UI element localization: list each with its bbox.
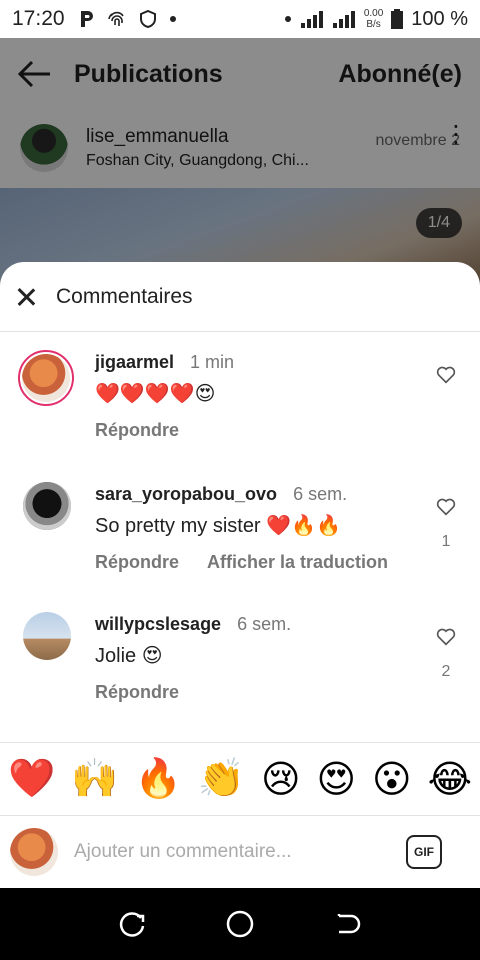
comment-time: 1 min (190, 352, 235, 372)
comment-username[interactable]: willypcslesage (95, 614, 221, 634)
comment-body: sara_yoropabou_ovo 6 sem. So pretty my si… (95, 484, 388, 573)
comment-username[interactable]: sara_yoropabou_ovo (95, 484, 277, 504)
comment-text: Jolie 😍 (95, 645, 163, 667)
like-button[interactable]: 1 (434, 498, 458, 551)
comment-composer: GIF (0, 816, 480, 888)
emoji-clap[interactable]: 👏 (198, 757, 245, 801)
reply-button[interactable]: Répondre (95, 420, 179, 441)
gif-button[interactable]: GIF (406, 835, 442, 869)
heart-icon[interactable] (436, 628, 456, 646)
reply-button[interactable]: Répondre (95, 682, 179, 703)
emoji-cry[interactable]: 😢 (261, 757, 301, 802)
like-count: 2 (441, 663, 451, 680)
signal-icon (300, 11, 323, 28)
recent-apps-icon (120, 912, 145, 937)
parking-icon (80, 11, 93, 27)
translate-button[interactable]: Afficher la traduction (207, 552, 388, 573)
battery-percent: 100 % (411, 7, 468, 30)
dot-icon (284, 16, 291, 22)
home-button[interactable] (224, 908, 256, 940)
close-icon[interactable] (14, 285, 38, 309)
status-bar: 17:20 0.00 B/s 100 % (0, 0, 480, 38)
comment-time: 6 sem. (237, 614, 292, 634)
battery-icon (391, 9, 404, 29)
heart-icon[interactable] (436, 366, 456, 384)
signal-icon-2 (332, 11, 355, 28)
avatar-image (22, 354, 70, 402)
home-icon (226, 910, 254, 938)
comment-item: willypcslesage 6 sem. Jolie 😍 Répondre 2 (0, 608, 480, 728)
comment-input[interactable] (74, 841, 394, 863)
avatar[interactable] (18, 350, 74, 406)
recent-apps-button[interactable] (117, 908, 149, 940)
emoji-fire[interactable]: 🔥 (134, 757, 181, 801)
comment-body: jigaarmel 1 min ❤️❤️❤️❤️😍 Répondre (95, 352, 234, 441)
reply-button[interactable]: Répondre (95, 552, 179, 573)
dot-icon (169, 16, 176, 22)
avatar-image (23, 612, 71, 660)
status-time: 17:20 (12, 7, 65, 30)
comment-time: 6 sem. (293, 484, 348, 504)
back-button[interactable] (331, 908, 363, 940)
network-speed: 0.00 B/s (364, 8, 383, 30)
dim-overlay[interactable] (0, 38, 480, 298)
quick-emoji-bar: ❤️ 🙌 🔥 👏 😢 😍 😮 😂 (0, 742, 480, 816)
like-button[interactable]: 2 (434, 628, 458, 681)
comment-header: sara_yoropabou_ovo 6 sem. (95, 484, 388, 505)
comment-item: sara_yoropabou_ovo 6 sem. So pretty my si… (0, 478, 480, 598)
speed-unit: B/s (366, 19, 381, 30)
sheet-header: Commentaires (0, 262, 480, 332)
heart-icon[interactable] (436, 498, 456, 516)
comments-sheet: Commentaires jigaarmel 1 min ❤️❤️❤️❤️😍 Ré… (0, 262, 480, 888)
comment-text: ❤️❤️❤️❤️😍 (95, 383, 216, 405)
comment-actions: Répondre Afficher la traduction (95, 552, 388, 573)
emoji-surprised[interactable]: 😮 (372, 757, 412, 802)
emoji-heart-eyes[interactable]: 😍 (317, 757, 357, 802)
back-icon (337, 914, 360, 934)
shield-icon (139, 9, 156, 29)
fingerprint-icon (107, 11, 124, 26)
like-count: 1 (441, 533, 451, 550)
comment-item: jigaarmel 1 min ❤️❤️❤️❤️😍 Répondre (0, 346, 480, 466)
my-avatar (10, 828, 58, 876)
like-button[interactable] (434, 366, 458, 401)
comment-body: willypcslesage 6 sem. Jolie 😍 Répondre (95, 614, 291, 703)
emoji-heart[interactable]: ❤️ (8, 757, 55, 801)
system-nav-bar (0, 888, 480, 960)
avatar[interactable] (23, 482, 71, 530)
comment-actions: Répondre (95, 682, 291, 703)
sheet-title: Commentaires (56, 284, 193, 308)
comment-username[interactable]: jigaarmel (95, 352, 174, 372)
comment-text: So pretty my sister ❤️🔥🔥 (95, 515, 341, 537)
avatar-image (23, 482, 71, 530)
emoji-raised-hands[interactable]: 🙌 (71, 757, 118, 801)
avatar[interactable] (23, 612, 71, 660)
speed-value: 0.00 (363, 8, 384, 19)
emoji-laugh[interactable]: 😂 (428, 757, 472, 802)
comment-header: jigaarmel 1 min (95, 352, 234, 373)
comment-actions: Répondre (95, 420, 234, 441)
comment-header: willypcslesage 6 sem. (95, 614, 291, 635)
